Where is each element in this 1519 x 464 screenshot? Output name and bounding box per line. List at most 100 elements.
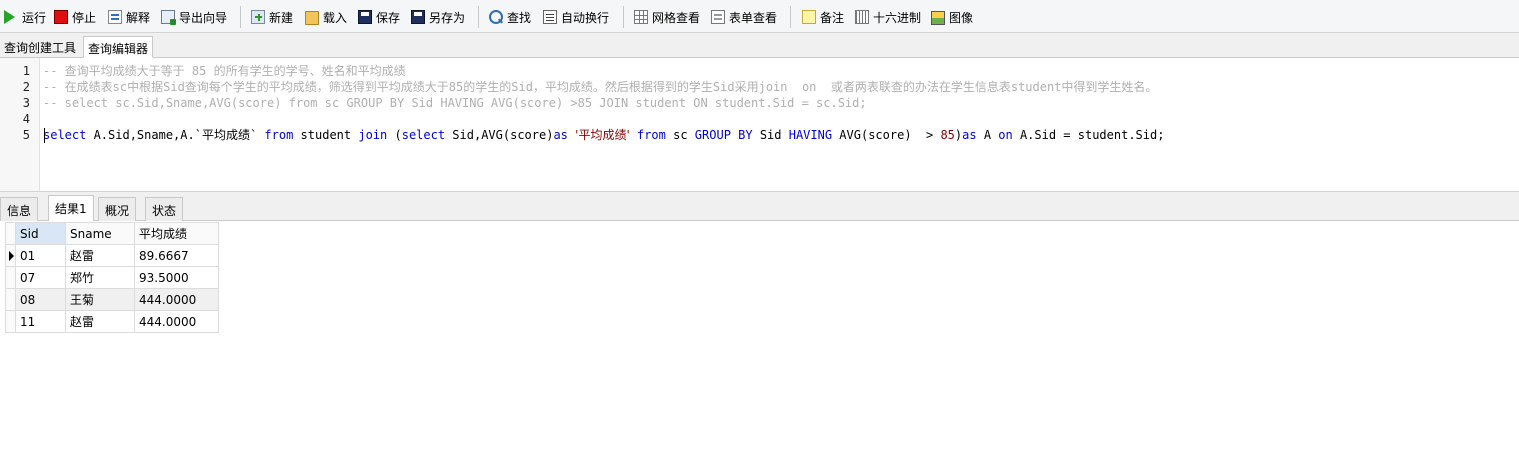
save-as-label: 另存为 [429,10,466,25]
grid-view-label: 网格查看 [652,10,701,25]
cell-sid[interactable]: 07 [15,266,66,289]
load-button[interactable]: 载入 [305,7,347,27]
row-indicator-header [5,222,16,245]
toolbar-separator [790,6,791,28]
save-button[interactable]: 保存 [358,7,400,27]
table-row[interactable]: 11 赵雷 444.0000 [5,310,219,333]
sql-text: A.Sid = student.Sid; [1012,128,1165,142]
form-view-button[interactable]: 表单查看 [711,7,777,27]
toolbar: 运行 停止 解释 导出向导 新建 载入 保存 另存为 查找 自动换行 网格查看 [0,0,1519,33]
sql-string: '平均成绩' [575,128,630,142]
sql-text: sc [665,128,695,142]
tab-info[interactable]: 信息 [0,197,39,221]
sql-text: ( [387,128,402,142]
hex-icon [855,10,869,24]
cell-avg-score[interactable]: 89.6667 [134,244,219,267]
line-number: 4 [22,112,30,126]
stop-icon [54,10,68,24]
explain-button[interactable]: 解释 [108,7,150,27]
toolbar-separator [478,6,479,28]
cell-avg-score[interactable]: 444.0000 [134,288,219,311]
new-label: 新建 [269,10,294,25]
sql-keyword: on [998,128,1013,142]
cell-sname[interactable]: 王菊 [65,288,135,311]
tab-result-1[interactable]: 结果1 [48,195,94,221]
explain-label: 解释 [126,10,151,25]
sql-text: student [293,128,359,142]
toolbar-separator [240,6,241,28]
export-wizard-button[interactable]: 导出向导 [161,7,227,27]
grid-header-row: Sid Sname 平均成绩 [5,222,219,245]
load-label: 载入 [323,10,348,25]
tab-status[interactable]: 状态 [145,197,184,221]
table-row[interactable]: 07 郑竹 93.5000 [5,266,219,289]
hex-button[interactable]: 十六进制 [855,7,921,27]
explain-icon [108,10,122,24]
cell-sname[interactable]: 赵雷 [65,244,135,267]
cell-avg-score[interactable]: 444.0000 [134,310,219,333]
column-header-sid[interactable]: Sid [15,222,66,245]
column-header-avg-score[interactable]: 平均成绩 [134,222,219,245]
memo-button[interactable]: 备注 [802,7,844,27]
run-label: 运行 [22,10,47,25]
tab-overview[interactable]: 概况 [98,197,137,221]
grid-icon [634,10,648,24]
find-button[interactable]: 查找 [489,7,531,27]
row-indicator [5,310,16,333]
editor-tab-bar: 查询创建工具 查询编辑器 [0,33,1519,58]
form-icon [711,10,725,24]
sql-keyword: as [553,128,568,142]
sql-number: 85 [940,128,955,142]
new-query-icon [251,10,265,24]
line-number: 5 [22,128,30,142]
run-button[interactable]: 运行 [4,7,46,27]
sql-text: A [976,128,999,142]
sql-text: Sid,AVG(score) [445,128,554,142]
code-line-comment-1: -- 查询平均成绩大于等于 85 的所有学生的学号、姓名和平均成绩 [43,64,406,78]
result-grid[interactable]: Sid Sname 平均成绩 01 赵雷 89.6667 07 郑竹 93.50… [5,222,219,333]
table-row[interactable]: 01 赵雷 89.6667 [5,244,219,267]
save-as-icon [411,10,425,24]
tab-query-editor[interactable]: 查询编辑器 [83,36,154,58]
search-icon [489,10,503,24]
cell-sid[interactable]: 11 [15,310,66,333]
table-row[interactable]: 08 王菊 444.0000 [5,288,219,311]
stop-button[interactable]: 停止 [54,7,96,27]
column-header-sname[interactable]: Sname [65,222,135,245]
line-number: 2 [22,80,30,94]
memo-label: 备注 [820,10,845,25]
cell-avg-score[interactable]: 93.5000 [134,266,219,289]
sql-keyword: HAVING [788,128,833,142]
export-wizard-label: 导出向导 [179,10,228,25]
sql-text: ` [249,128,265,142]
save-as-button[interactable]: 另存为 [411,7,465,27]
cell-sname[interactable]: 郑竹 [65,266,135,289]
sql-text: Sid [752,128,789,142]
sql-keyword: select [43,128,87,142]
sql-editor[interactable]: 1 2 3 4 5 -- 查询平均成绩大于等于 85 的所有学生的学号、姓名和平… [0,58,1519,191]
image-button[interactable]: 图像 [931,7,973,27]
form-view-label: 表单查看 [729,10,778,25]
tab-query-builder[interactable]: 查询创建工具 [0,36,80,58]
cell-sid[interactable]: 01 [15,244,66,267]
folder-icon [305,11,319,25]
grid-view-button[interactable]: 网格查看 [634,7,700,27]
code-line-query: select A.Sid,Sname,A.`平均成绩` from student… [43,127,1164,143]
cell-sname[interactable]: 赵雷 [65,310,135,333]
word-wrap-button[interactable]: 自动换行 [543,7,609,27]
code-line-comment-3: -- select sc.Sid,Sname,AVG(score) from s… [43,96,867,110]
word-wrap-icon [543,10,557,24]
current-row-arrow-icon [9,251,14,261]
row-indicator [5,266,16,289]
find-label: 查找 [507,10,532,25]
sql-keyword: from [264,128,294,142]
sql-text: AVG(score) > [832,128,941,142]
cell-sid[interactable]: 08 [15,288,66,311]
export-icon [161,10,176,25]
line-number: 1 [22,64,30,78]
sql-identifier: 平均成绩 [201,128,250,142]
new-button[interactable]: 新建 [251,7,293,27]
stop-label: 停止 [72,10,97,25]
sql-keyword: join [358,128,388,142]
